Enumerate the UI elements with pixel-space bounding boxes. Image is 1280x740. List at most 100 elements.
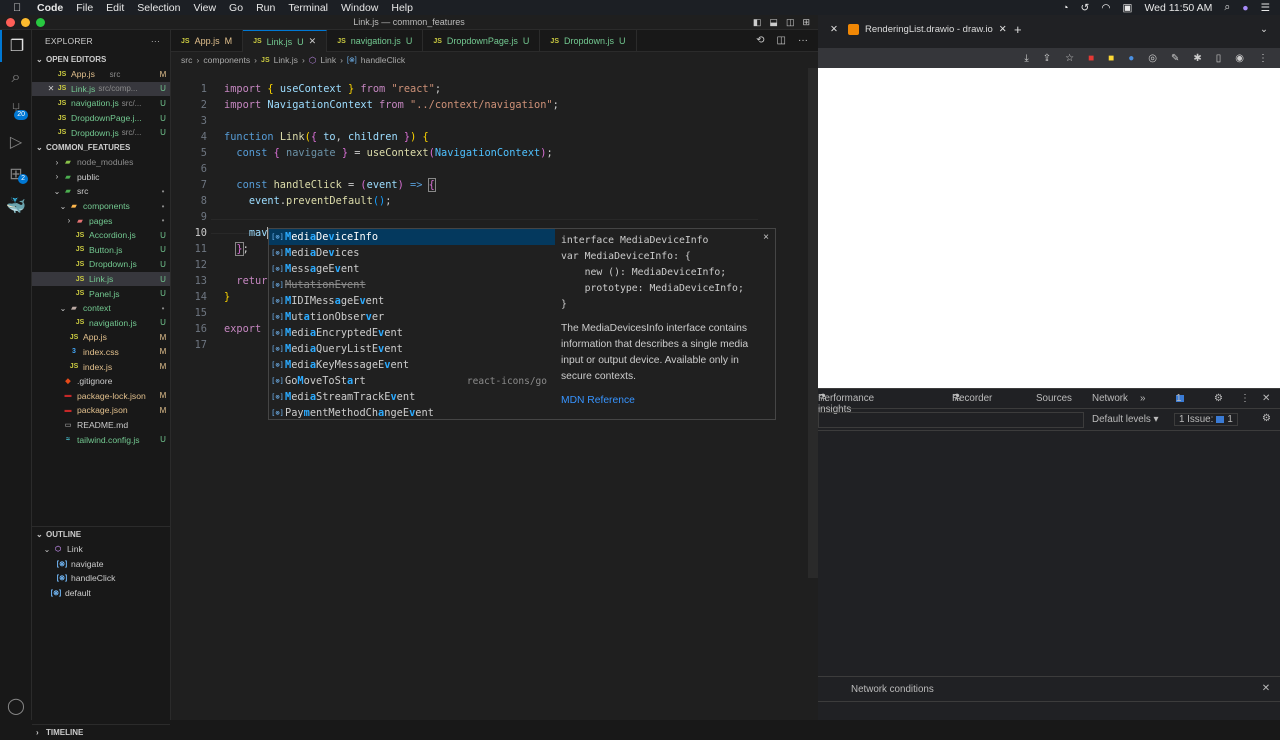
tree-item-file[interactable]: JS Link.js U <box>32 271 170 287</box>
web-page-content[interactable] <box>818 68 1280 388</box>
bookmark-star-icon[interactable]: ☆ <box>1065 53 1074 64</box>
menu-code[interactable]: Code <box>37 2 63 14</box>
extensions-puzzle-icon[interactable]: ✱ <box>1193 53 1201 64</box>
menu-run[interactable]: Run <box>256 2 275 14</box>
console-filter-input[interactable] <box>818 412 1084 428</box>
tree-item-node-modules[interactable]: › ▰ node_modules <box>32 155 170 170</box>
breadcrumb-item[interactable]: Link.js <box>274 55 298 65</box>
close-tab-icon[interactable]: ✕ <box>999 24 1007 35</box>
open-editor-item[interactable]: ✕ JS Link.js src/comp... U <box>32 81 170 97</box>
menu-terminal[interactable]: Terminal <box>288 2 328 14</box>
explorer-more-button[interactable]: ··· <box>151 36 160 46</box>
devtools-tab-sources[interactable]: Sources <box>1036 393 1072 404</box>
tree-item-components[interactable]: ⌄ ▰ components • <box>32 199 170 214</box>
tree-item-file[interactable]: JS Panel.js U <box>32 286 170 301</box>
browser-tab[interactable]: RenderingList.drawio - draw.io ✕ <box>848 24 1007 35</box>
close-docs-icon[interactable]: × <box>763 232 769 243</box>
suggestion-item[interactable]: [⊗] MessageEvent <box>269 261 555 277</box>
clock[interactable]: Wed 11:50 AM <box>1144 2 1212 14</box>
extensions-icon[interactable]: ⊞ 2 <box>0 158 32 190</box>
outline-header[interactable]: ⌄ OUTLINE <box>32 527 170 542</box>
customize-layout-icon[interactable]: ⊞ <box>802 17 810 28</box>
suggestion-item[interactable]: [⊗] MediaDeviceInfo <box>269 229 555 245</box>
tree-item-file[interactable]: ▬ package.json M <box>32 403 170 418</box>
wifi-icon[interactable]: ◠ <box>1101 2 1110 14</box>
docker-icon[interactable]: 🐳 <box>0 190 32 222</box>
devtools-menu-icon[interactable]: ⋮ <box>1240 393 1250 404</box>
timeline-header[interactable]: › TIMELINE <box>32 725 170 740</box>
devtools-tab-performance-insights[interactable]: Performance insights ⚗ <box>818 393 874 415</box>
account-icon[interactable]: ◯ <box>0 690 32 722</box>
suggestion-item[interactable]: [⊗] MediaEncryptedEvent <box>269 325 555 341</box>
breadcrumb-item[interactable]: components <box>203 55 250 65</box>
mdn-reference-link[interactable]: MDN Reference <box>561 395 769 406</box>
install-app-icon[interactable]: ⤓ <box>1024 53 1028 64</box>
extension-icon[interactable]: ■ <box>1108 53 1114 64</box>
menu-file[interactable]: File <box>76 2 93 14</box>
tab-app-js[interactable]: JS App.js M <box>171 30 244 52</box>
split-editor-icon[interactable]: ◫ <box>777 35 786 46</box>
close-drawer-icon[interactable]: ✕ <box>1262 683 1270 694</box>
side-panel-icon[interactable]: ▯ <box>1216 53 1222 64</box>
outline-item-default[interactable]: [⊗] default <box>32 586 170 601</box>
menu-edit[interactable]: Edit <box>106 2 124 14</box>
outline-item-navigate[interactable]: [⊗] navigate <box>32 557 170 572</box>
tab-dropdownpage-js[interactable]: JS DropdownPage.js U <box>423 30 541 52</box>
extension-icon[interactable]: ● <box>1128 53 1134 64</box>
tree-item-file[interactable]: JS Dropdown.js U <box>32 257 170 272</box>
open-editors-header[interactable]: ⌄ OPEN EDITORS <box>32 52 170 67</box>
menu-help[interactable]: Help <box>391 2 413 14</box>
menu-view[interactable]: View <box>193 2 216 14</box>
search-icon[interactable]: ⌕ <box>0 62 32 94</box>
project-header[interactable]: ⌄ COMMON_FEATURES <box>32 140 170 155</box>
devtools-settings-icon[interactable]: ⚙ <box>1214 393 1223 404</box>
more-tabs-button[interactable]: » <box>1140 393 1145 404</box>
tree-item-file[interactable]: JS Button.js U <box>32 243 170 258</box>
profile-avatar[interactable]: ◉ <box>1235 53 1244 64</box>
breadcrumb-item[interactable]: src <box>181 55 192 65</box>
suggestion-item[interactable]: [⊗] MediaQueryListEvent <box>269 341 555 357</box>
explorer-icon[interactable]: ❐ <box>0 30 32 62</box>
tree-item-file[interactable]: ≈ tailwind.config.js U <box>32 432 170 447</box>
toggle-panel-icon[interactable]: ⬓ <box>769 17 778 28</box>
extension-icon[interactable]: ✎ <box>1171 53 1179 64</box>
control-center-icon[interactable]: ☰ <box>1261 2 1270 14</box>
suggestion-item[interactable]: [⊗] GoMoveToStart react-icons/go <box>269 373 555 389</box>
console-settings-icon[interactable]: ⚙ <box>1262 413 1271 424</box>
tab-search-chevron-icon[interactable]: ⌄ <box>1260 24 1268 35</box>
close-editor-icon[interactable]: ✕ <box>46 84 56 93</box>
extension-icon[interactable]: ◎ <box>1148 53 1157 64</box>
devtools-tab-network[interactable]: Network <box>1092 393 1128 404</box>
menu-go[interactable]: Go <box>229 2 243 14</box>
source-control-icon[interactable]: ⑂20 <box>0 94 32 126</box>
time-machine-icon[interactable]: ↺ <box>1081 2 1090 14</box>
tree-item-file[interactable]: JS App.js M <box>32 330 170 345</box>
issues-counter[interactable]: 1 Issue: 1 <box>1174 413 1238 426</box>
tab-navigation-js[interactable]: JS navigation.js U <box>327 30 424 52</box>
apple-icon[interactable]:  <box>13 2 27 14</box>
suggestion-item[interactable]: [⊗] MediaStreamTrackEvent <box>269 389 555 405</box>
tree-item-file[interactable]: ▬ package-lock.json M <box>32 388 170 403</box>
tree-item-file[interactable]: JS Accordion.js U <box>32 228 170 243</box>
tab-dropdown-js[interactable]: JS Dropdown.js U <box>540 30 637 52</box>
open-changes-icon[interactable]: ⟲ <box>756 35 764 46</box>
tree-item-context[interactable]: ⌄ ▰ context • <box>32 301 170 316</box>
extension-icon[interactable]: ■ <box>1088 53 1094 64</box>
tree-item-file[interactable]: JS index.js M <box>32 359 170 374</box>
open-editor-item[interactable]: JS Dropdown.js src/... U <box>32 125 170 140</box>
breadcrumb-item[interactable]: Link <box>320 55 336 65</box>
siri-icon[interactable]: ● <box>1242 2 1248 14</box>
open-editor-item[interactable]: JS App.js src M <box>32 67 170 82</box>
new-tab-button[interactable]: + <box>1014 22 1022 37</box>
outline-item-handleclick[interactable]: [⊗] handleClick <box>32 571 170 586</box>
browser-menu-icon[interactable]: ⋮ <box>1258 53 1268 64</box>
open-editor-item[interactable]: JS navigation.js src/... U <box>32 96 170 111</box>
close-devtools-icon[interactable]: ✕ <box>1262 393 1270 404</box>
toggle-secondary-sidebar-icon[interactable]: ◫ <box>786 17 795 28</box>
tree-item-file[interactable]: ▭ README.md <box>32 418 170 433</box>
tree-item-file[interactable]: 3 index.css M <box>32 345 170 360</box>
close-tab-icon[interactable]: ✕ <box>830 24 838 35</box>
suggestion-item[interactable]: [⊗] MutationEvent <box>269 277 555 293</box>
menu-selection[interactable]: Selection <box>137 2 180 14</box>
close-tab-icon[interactable]: ✕ <box>309 36 317 47</box>
